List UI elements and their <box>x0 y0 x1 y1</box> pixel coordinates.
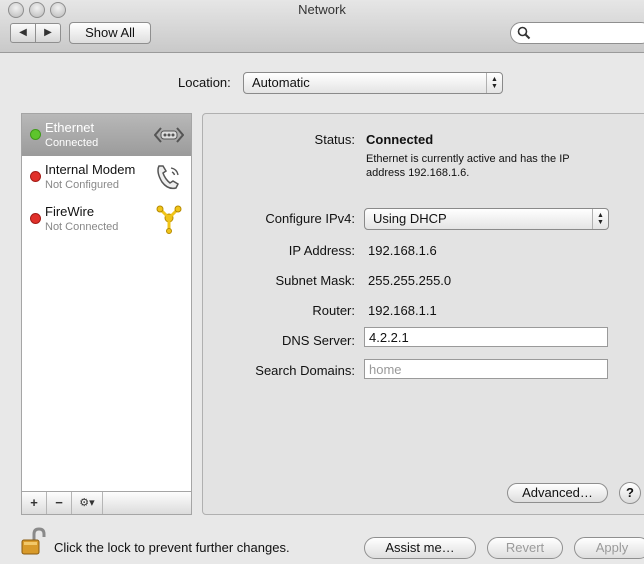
router-value: 192.168.1.1 <box>368 303 437 318</box>
subnet-mask-value: 255.255.255.0 <box>368 273 452 288</box>
location-popup[interactable]: Automatic ▲ ▼ <box>243 72 503 94</box>
forward-button[interactable]: ▶ <box>35 23 61 43</box>
dns-server-field[interactable]: 4.2.2.1 <box>364 327 608 347</box>
title-bar: Network ◀ ▶ Show All <box>0 0 644 53</box>
help-button[interactable]: ? <box>619 482 641 504</box>
assist-me-button[interactable]: Assist me… <box>364 537 476 559</box>
configure-ipv4-value: Using DHCP <box>373 211 447 226</box>
search-domains-placeholder: home <box>369 362 402 377</box>
service-status: Not Connected <box>45 221 119 233</box>
status-description-line2: address 192.168.1.6. <box>366 167 470 179</box>
back-arrow-icon: ◀ <box>19 27 27 38</box>
service-name: Ethernet <box>45 120 95 135</box>
lock-message: Click the lock to prevent further change… <box>54 540 290 555</box>
forward-arrow-icon: ▶ <box>44 27 52 38</box>
search-domains-field[interactable]: home <box>364 359 608 379</box>
location-value: Automatic <box>252 75 310 90</box>
service-item-internal-modem[interactable]: Internal Modem Not Configured <box>22 156 191 198</box>
status-dot-red <box>30 171 41 182</box>
service-status: Not Configured <box>45 179 119 191</box>
search-icon <box>517 26 531 40</box>
popup-arrows-icon: ▲ ▼ <box>592 209 608 229</box>
configure-ipv4-popup[interactable]: Using DHCP ▲ ▼ <box>364 208 609 230</box>
phone-icon <box>157 165 179 190</box>
location-label: Location: <box>178 75 231 90</box>
service-status: Connected <box>45 137 99 149</box>
subnet-mask-label: Subnet Mask: <box>275 273 356 288</box>
ip-address-label: IP Address: <box>288 243 355 258</box>
search-domains-label: Search Domains: <box>255 363 355 378</box>
back-button[interactable]: ◀ <box>10 23 36 43</box>
popup-arrows-icon: ▲ ▼ <box>486 73 502 93</box>
apply-button[interactable]: Apply <box>574 537 644 559</box>
status-description-line1: Ethernet is currently active and has the… <box>366 153 570 165</box>
configure-ipv4-label: Configure IPv4: <box>265 211 355 226</box>
revert-button[interactable]: Revert <box>487 537 563 559</box>
status-dot-green <box>30 129 41 140</box>
dns-server-label: DNS Server: <box>282 333 355 348</box>
show-all-button[interactable]: Show All <box>69 22 151 44</box>
lock-icon[interactable] <box>20 527 46 557</box>
gear-icon[interactable]: ⚙▾ <box>72 492 103 514</box>
remove-service-button[interactable]: − <box>47 492 72 514</box>
router-label: Router: <box>312 303 355 318</box>
status-dot-red <box>30 213 41 224</box>
service-list-toolbar: + − ⚙▾ <box>21 491 192 515</box>
status-value: Connected <box>366 132 434 147</box>
status-label: Status: <box>314 132 355 147</box>
service-name: FireWire <box>45 204 95 219</box>
ip-address-value: 192.168.1.6 <box>368 243 437 258</box>
window-title: Network <box>298 2 346 17</box>
dns-server-value: 4.2.2.1 <box>369 330 409 345</box>
search-field[interactable] <box>510 22 644 44</box>
add-service-button[interactable]: + <box>22 492 47 514</box>
service-name: Internal Modem <box>45 162 136 177</box>
advanced-button[interactable]: Advanced… <box>507 483 608 503</box>
